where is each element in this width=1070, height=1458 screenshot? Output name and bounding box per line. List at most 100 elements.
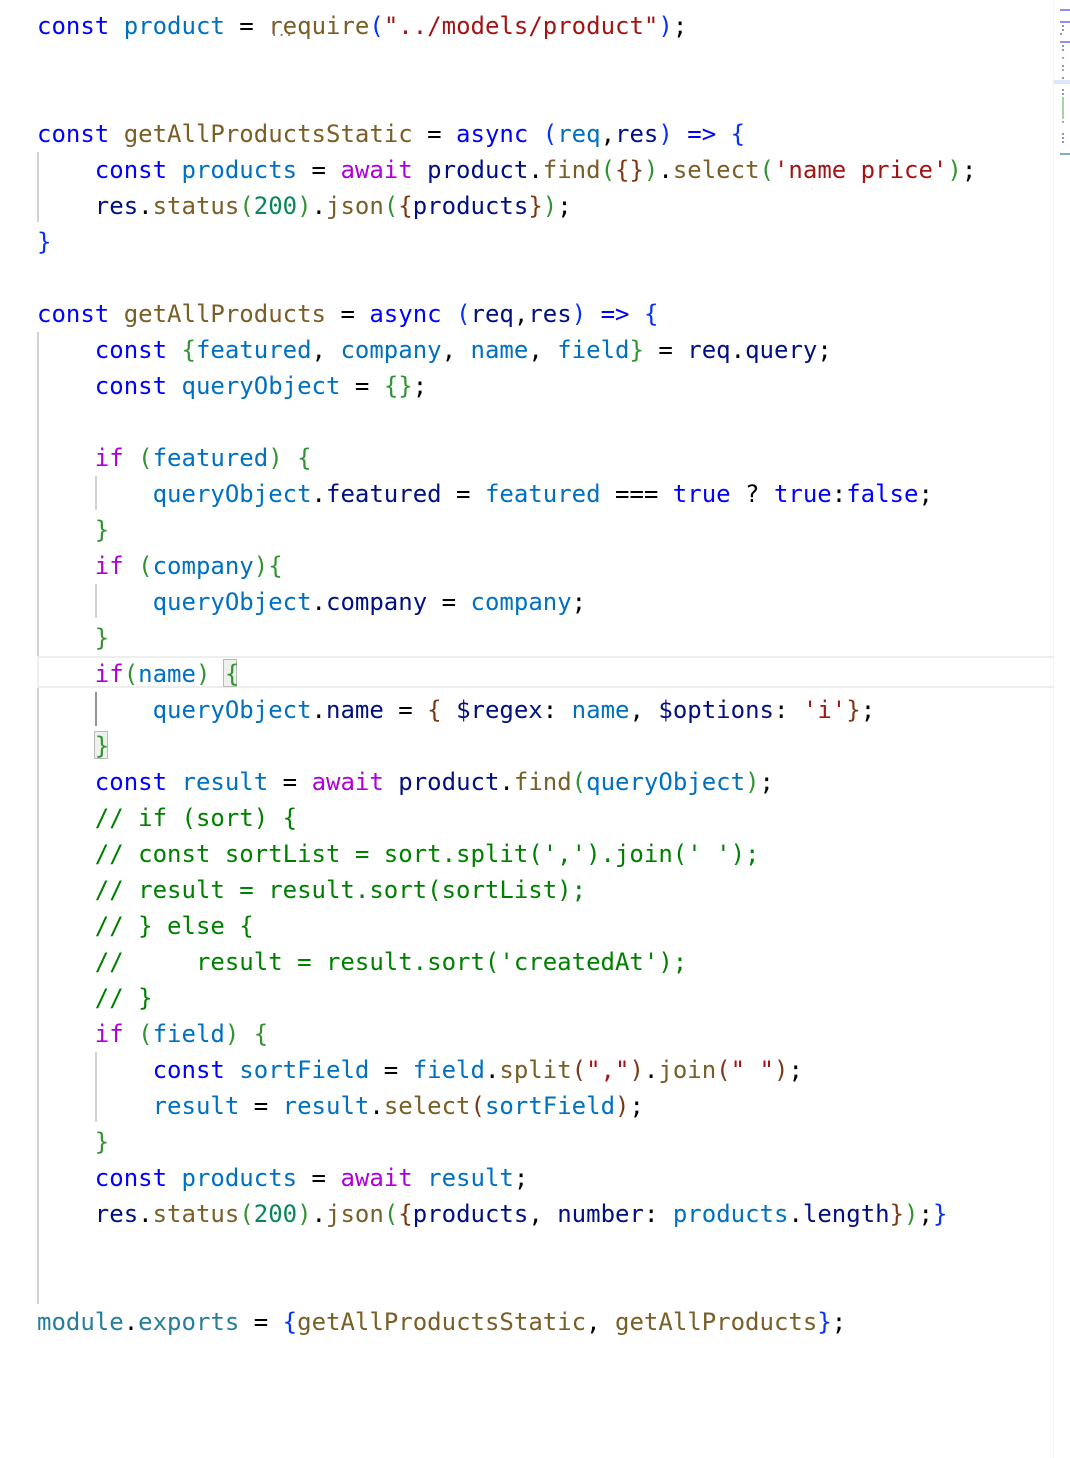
- code-line[interactable]: const getAllProducts = async (req,res) =…: [37, 296, 658, 332]
- code-token: {: [282, 1308, 298, 1336]
- code-token: module: [37, 1308, 124, 1336]
- code-line[interactable]: const result = await product.find(queryO…: [37, 764, 774, 800]
- code-line[interactable]: const products = await product.find({}).…: [37, 152, 976, 188]
- code-token: queryObject: [181, 372, 341, 400]
- code-token: }: [846, 696, 861, 724]
- minimap-line: [1062, 133, 1064, 135]
- code-line[interactable]: queryObject.company = company;: [37, 584, 587, 620]
- code-line[interactable]: queryObject.name = { $regex: name, $opti…: [37, 692, 876, 728]
- code-token: ): [195, 660, 211, 688]
- code-token: }: [528, 192, 543, 220]
- code-token: (: [123, 660, 139, 688]
- code-line[interactable]: // result = result.sort(sortList);: [37, 872, 586, 908]
- scrollbar-track[interactable]: [1053, 0, 1054, 1458]
- code-line[interactable]: const {featured, company, name, field} =…: [37, 332, 832, 368]
- code-token: res: [94, 192, 139, 220]
- code-line[interactable]: // result = result.sort('createdAt');: [37, 944, 687, 980]
- code-token: async: [369, 300, 442, 328]
- code-token: req: [470, 300, 514, 328]
- code-line[interactable]: queryObject.featured = featured === true…: [37, 476, 933, 512]
- code-line[interactable]: if(name) {: [37, 656, 240, 692]
- code-line[interactable]: const getAllProductsStatic = async (req,…: [37, 116, 745, 152]
- code-token: .: [138, 1200, 153, 1228]
- code-token: =>: [600, 300, 630, 328]
- code-line[interactable]: // if (sort) {: [37, 800, 297, 836]
- code-token: }: [94, 624, 110, 652]
- code-token: await: [340, 1164, 413, 1192]
- code-token: ): [615, 1092, 630, 1120]
- code-token: getAllProducts: [615, 1308, 818, 1336]
- code-token: =: [326, 300, 370, 328]
- code-line[interactable]: res.status(200).json({products});: [37, 188, 572, 224]
- code-token: ;: [571, 588, 587, 616]
- code-token: exports: [138, 1308, 240, 1336]
- quick-fix-hint[interactable]: ...: [270, 24, 293, 40]
- code-token: .: [311, 588, 326, 616]
- code-token: (: [759, 156, 774, 184]
- code-token: name: [326, 696, 384, 724]
- code-token: .: [484, 1056, 500, 1084]
- code-line[interactable]: }: [37, 1124, 109, 1160]
- code-line[interactable]: }: [37, 620, 109, 656]
- code-line[interactable]: // }: [37, 980, 153, 1016]
- code-token: {: [297, 444, 312, 472]
- code-token: .: [658, 156, 673, 184]
- code-line[interactable]: if (company){: [37, 548, 283, 584]
- code-editor[interactable]: const product = require("../models/produ…: [0, 0, 1054, 1458]
- code-token: =: [643, 336, 688, 364]
- code-token: ): [268, 444, 283, 472]
- code-token: 200: [253, 1200, 298, 1228]
- code-line[interactable]: }: [37, 728, 109, 764]
- code-token: ): [253, 552, 269, 580]
- code-line[interactable]: }: [37, 224, 51, 260]
- code-token: true: [672, 480, 731, 508]
- code-line[interactable]: }: [37, 512, 109, 548]
- code-token: ): [658, 120, 673, 148]
- code-token: ;: [412, 372, 428, 400]
- code-token: (: [138, 552, 153, 580]
- code-token: const: [94, 156, 168, 184]
- code-line[interactable]: // } else {: [37, 908, 254, 944]
- code-token: ;: [557, 192, 572, 220]
- code-token: =: [427, 588, 471, 616]
- code-line[interactable]: res.status(200).json({products, number: …: [37, 1196, 948, 1232]
- code-token: const: [94, 1164, 168, 1192]
- code-line[interactable]: const product = require("../models/produ…: [37, 8, 687, 44]
- code-token: name: [571, 696, 630, 724]
- minimap[interactable]: [1054, 0, 1070, 170]
- code-token: company: [340, 336, 442, 364]
- code-token: ): [745, 768, 760, 796]
- code-line[interactable]: module.exports = {getAllProductsStatic, …: [37, 1304, 846, 1340]
- code-token: ,: [600, 120, 616, 148]
- code-token: if: [94, 660, 124, 688]
- code-line[interactable]: // const sortList = sort.split(',').join…: [37, 836, 760, 872]
- code-token: sortField: [484, 1092, 616, 1120]
- code-line[interactable]: result = result.select(sortField);: [37, 1088, 644, 1124]
- code-token: if: [94, 1020, 124, 1048]
- code-token: }: [629, 336, 644, 364]
- code-line[interactable]: const products = await result;: [37, 1160, 529, 1196]
- code-token: }: [94, 516, 110, 544]
- code-line[interactable]: if (field) {: [37, 1016, 268, 1052]
- code-line[interactable]: if (featured) {: [37, 440, 312, 476]
- code-token: queryObject: [152, 480, 312, 508]
- code-line[interactable]: const queryObject = {};: [37, 368, 427, 404]
- code-token: {: [398, 192, 413, 220]
- minimap-line: [1060, 33, 1062, 35]
- code-token: {: [427, 696, 442, 724]
- minimap-line: [1062, 89, 1064, 91]
- code-token: // if (sort) {: [94, 804, 298, 832]
- minimap-line: [1062, 49, 1064, 51]
- code-token: }: [817, 1308, 832, 1336]
- code-line[interactable]: const sortField = field.split(",").join(…: [37, 1052, 803, 1088]
